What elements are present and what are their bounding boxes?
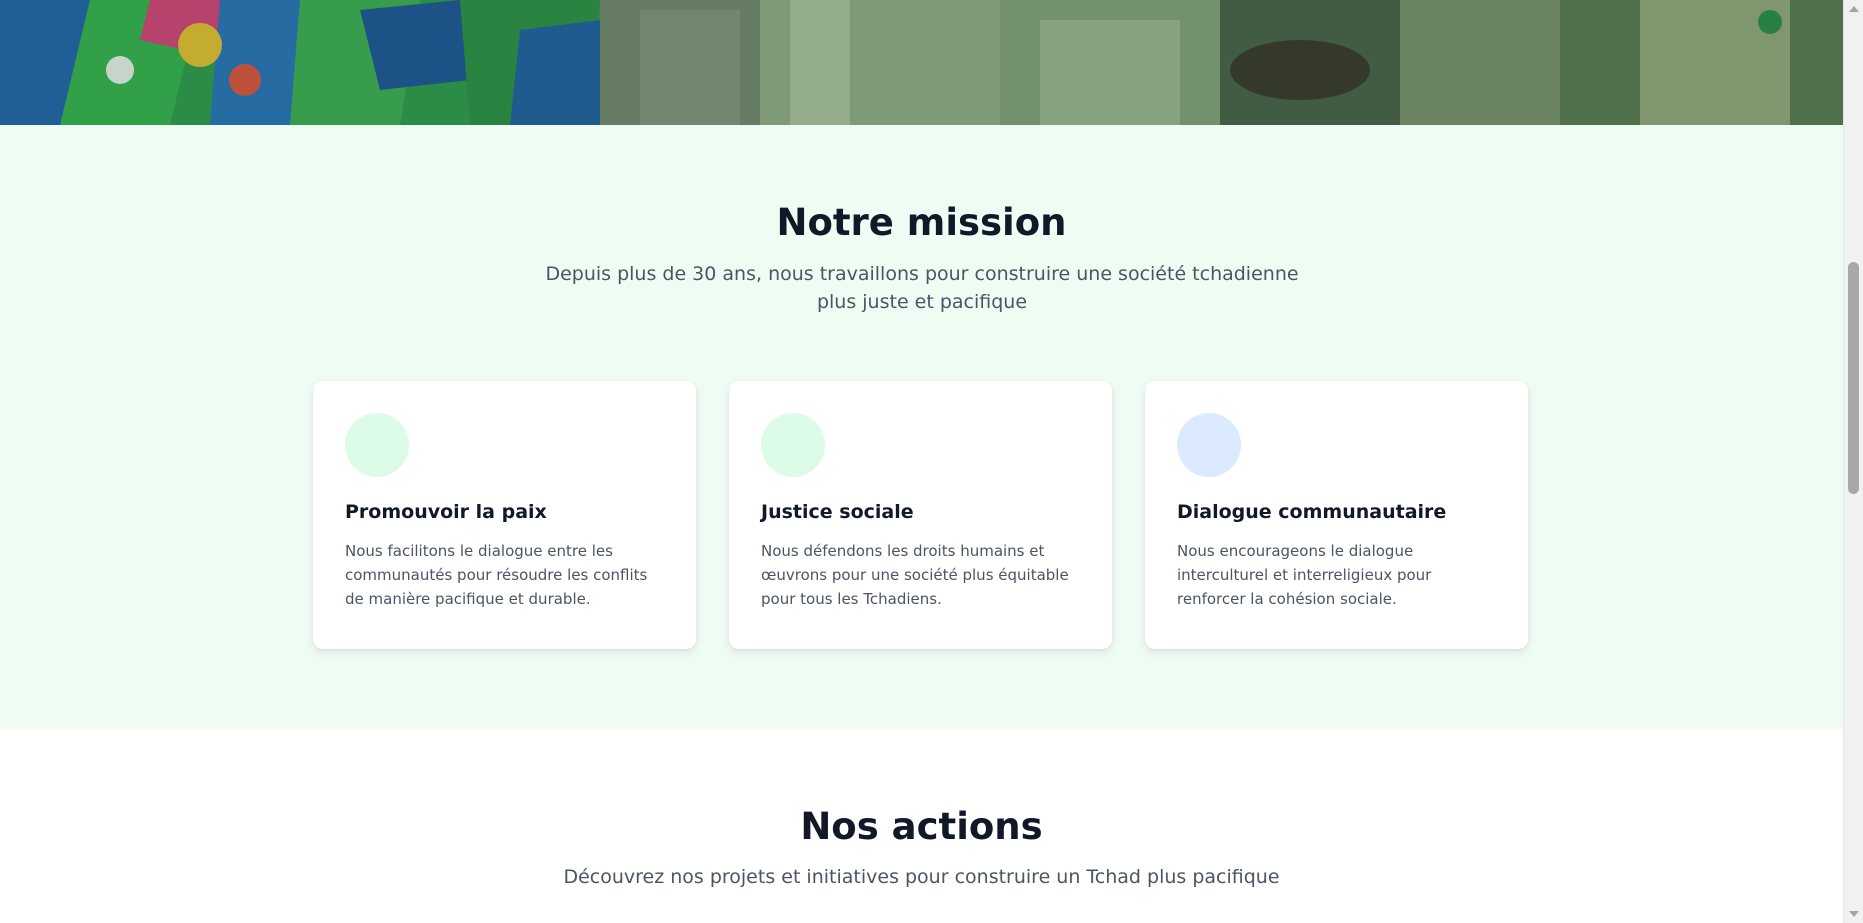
dialogue-icon (1177, 413, 1241, 477)
vertical-scrollbar[interactable] (1843, 0, 1863, 923)
card-text: Nous encourageons le dialogue intercultu… (1177, 542, 1432, 608)
actions-subtitle: Découvrez nos projets et initiatives pou… (563, 866, 1280, 888)
scrollbar-thumb[interactable] (1848, 262, 1859, 494)
peace-icon (345, 413, 409, 477)
actions-section: Nos actions Découvrez nos projets et ini… (0, 729, 1843, 923)
card-title: Dialogue communautaire (1177, 501, 1447, 523)
mission-card-peace: Promouvoir la paix Nous facilitons le di… (313, 381, 696, 649)
card-text: Nous défendons les droits humains et œuv… (761, 542, 1069, 608)
mission-section: Notre mission Depuis plus de 30 ans, nou… (0, 125, 1843, 729)
card-title: Justice sociale (761, 501, 914, 523)
scroll-up-arrow-icon[interactable] (1849, 6, 1859, 12)
justice-icon (761, 413, 825, 477)
mission-card-justice: Justice sociale Nous défendons les droit… (729, 381, 1112, 649)
mission-subtitle: Depuis plus de 30 ans, nous travaillons … (545, 263, 1299, 313)
mission-card-dialogue: Dialogue communautaire Nous encourageons… (1145, 381, 1528, 649)
hero-image (0, 0, 1843, 125)
actions-title: Nos actions (800, 805, 1043, 848)
mission-title: Notre mission (776, 201, 1067, 244)
page: Notre mission Depuis plus de 30 ans, nou… (0, 0, 1843, 923)
card-title: Promouvoir la paix (345, 501, 547, 523)
scroll-down-arrow-icon[interactable] (1849, 911, 1859, 917)
card-text: Nous facilitons le dialogue entre les co… (345, 542, 648, 608)
